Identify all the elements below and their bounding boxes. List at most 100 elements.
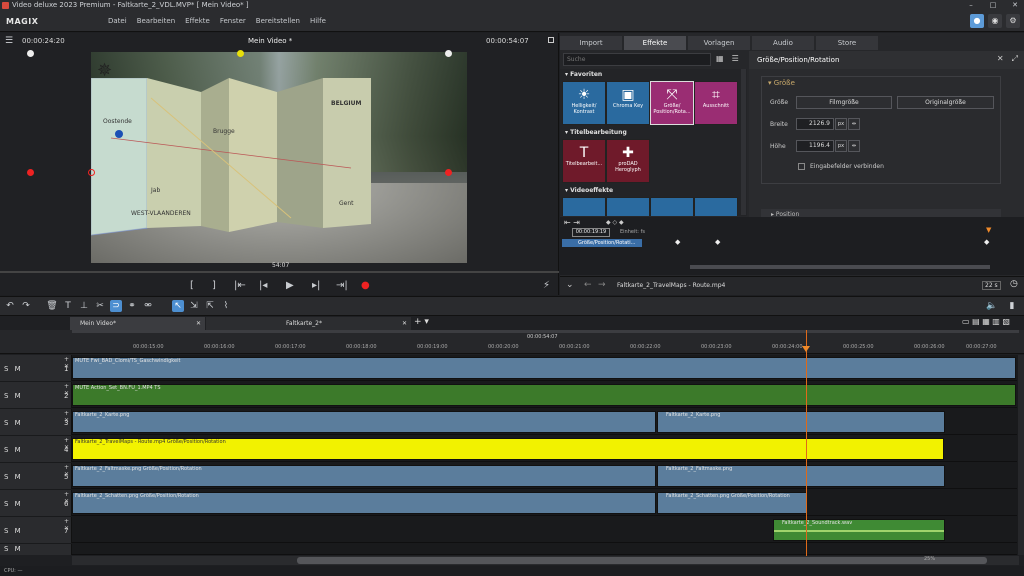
height-field[interactable]: 1196.4 <box>796 140 834 152</box>
link-icon[interactable]: ⚭ <box>126 300 138 312</box>
transform-handle-tl[interactable] <box>27 50 34 57</box>
menu-datei[interactable]: Datei <box>108 17 127 25</box>
category-favorites[interactable]: ▾ Favoriten <box>565 71 602 78</box>
clip[interactable]: Faltkarte_2_Schatten.png Größe/Position/… <box>657 492 807 514</box>
tab-audio[interactable]: Audio <box>752 36 814 50</box>
maximize-icon[interactable]: □ <box>988 0 998 11</box>
view-mode-icons[interactable]: ▭ ▤ ▦ ▥ ▧ <box>962 317 1010 326</box>
delete-icon[interactable]: 🗑 <box>46 300 58 312</box>
effect-tile-chroma-key[interactable]: ▣ Chroma Key <box>606 81 650 125</box>
zoom-value[interactable]: 22 s <box>982 281 1001 290</box>
list-view-icon[interactable]: ☰ <box>732 54 739 63</box>
keyframe-marker[interactable]: ◆ <box>675 238 680 246</box>
title-tool-icon[interactable]: T <box>62 300 74 312</box>
original-size-button[interactable]: Originalgröße <box>897 96 994 109</box>
close-icon[interactable]: ✕ <box>1010 0 1020 11</box>
previous-frame-icon[interactable]: |◂ <box>259 280 267 291</box>
menu-bereitstellen[interactable]: Bereitstellen <box>256 17 300 25</box>
playhead[interactable] <box>806 330 807 556</box>
audio-clip[interactable]: Faltkarte_2_Soundtrack.wav <box>773 519 945 541</box>
forward-icon[interactable]: → <box>598 280 606 290</box>
marker-icon[interactable]: ⊥ <box>78 300 90 312</box>
track-controls[interactable]: S M <box>4 545 23 553</box>
range-tool-icon[interactable]: ⇲ <box>188 300 200 312</box>
next-marker-icon[interactable]: ⇥| <box>336 280 348 291</box>
collapse-down-icon[interactable]: ⌄ <box>566 280 574 290</box>
power-icon[interactable]: ⚡ <box>543 280 550 291</box>
pointer-tool-icon[interactable]: ↖ <box>172 300 184 312</box>
previous-marker-icon[interactable]: |⇤ <box>234 280 246 291</box>
keyframe-scrollbar[interactable] <box>690 265 990 269</box>
mark-in-icon[interactable]: [ <box>190 280 194 291</box>
maximize-preview-icon[interactable] <box>548 37 554 43</box>
clip[interactable]: Faltkarte_2_Schatten.png Größe/Position/… <box>72 492 656 514</box>
menu-fenster[interactable]: Fenster <box>220 17 246 25</box>
next-frame-icon[interactable]: ▸| <box>312 280 320 291</box>
keyframe-marker[interactable]: ◆ <box>715 238 720 246</box>
category-video-effects[interactable]: ▾ Videoeffekte <box>565 187 613 194</box>
settings-icon[interactable]: ⚙ <box>1006 14 1020 28</box>
track-controls[interactable]: S M <box>4 500 23 508</box>
transform-handle-inner[interactable] <box>88 169 95 176</box>
menu-bearbeiten[interactable]: Bearbeiten <box>137 17 175 25</box>
menu-effekte[interactable]: Effekte <box>185 17 210 25</box>
category-title-editing[interactable]: ▾ Titelbearbeitung <box>565 129 627 136</box>
unlink-icon[interactable]: ⚮ <box>142 300 154 312</box>
effect-tile-video-3[interactable] <box>650 197 694 216</box>
keyframe-playhead-icon[interactable]: ▼ <box>986 226 991 234</box>
clip[interactable]: Faltkarte_2_Karte.png <box>72 411 656 433</box>
scrollbar-thumb[interactable] <box>297 557 987 564</box>
effect-tile-prodad-heroglyph[interactable]: ✚ proDAD Heroglyph <box>606 139 650 183</box>
transform-handle-tr[interactable] <box>445 50 452 57</box>
width-field[interactable]: 2126.9 <box>796 118 834 130</box>
track-controls[interactable]: S M <box>4 527 23 535</box>
tab-import[interactable]: Import <box>560 36 622 50</box>
record-icon[interactable]: ● <box>361 280 370 291</box>
timeline-ruler[interactable]: 00:00:54:07 00:00:15:00 00:00:16:00 00:0… <box>0 330 1024 354</box>
clip[interactable]: Faltkarte_2_Karte.png <box>657 411 945 433</box>
keyframe-prev-icon[interactable]: ⇤ ⇥ <box>564 218 580 227</box>
zoom-percent[interactable]: 25% <box>924 556 935 562</box>
collapse-icon[interactable]: ✕ <box>997 54 1004 64</box>
back-icon[interactable]: ← <box>584 280 592 290</box>
undo-icon[interactable]: ↶ <box>4 300 16 312</box>
add-tab-icon[interactable]: + ▾ <box>414 317 429 327</box>
effect-tile-video-2[interactable] <box>606 197 650 216</box>
clock-icon[interactable]: ◷ <box>1010 279 1018 289</box>
effect-tile-size-position[interactable]: ⤧ Größe/Position/Rota... <box>650 81 694 125</box>
close-tab-icon[interactable]: ✕ <box>196 317 201 330</box>
clip[interactable]: MUTE Action_Set_BN.FU_1.MP4 TS <box>72 384 1016 406</box>
film-size-button[interactable]: Filmgröße <box>796 96 892 109</box>
clip[interactable]: Faltkarte_2_Faltmaske.png Größe/Position… <box>72 465 656 487</box>
height-link-icon[interactable]: ⇹ <box>848 140 860 152</box>
tab-effekte[interactable]: Effekte <box>624 36 686 50</box>
meter-icon[interactable]: ▮ <box>1006 300 1018 312</box>
keyframe-marker[interactable]: ◆ <box>984 238 989 246</box>
playhead-handle-icon[interactable] <box>802 346 810 352</box>
size-group-title[interactable]: ▾ Größe <box>768 79 795 87</box>
height-unit[interactable]: px <box>835 140 847 152</box>
loop-range-bar[interactable] <box>72 330 1019 333</box>
width-link-icon[interactable]: ⇹ <box>848 118 860 130</box>
tab-faltkarte[interactable]: Faltkarte_2* ✕ <box>206 317 411 330</box>
menu-icon[interactable]: ☰ <box>5 36 13 46</box>
preview-progress-bar[interactable] <box>0 271 559 273</box>
link-fields-checkbox[interactable] <box>798 163 805 170</box>
effects-search-input[interactable]: Suche <box>563 53 711 66</box>
tab-vorlagen[interactable]: Vorlagen <box>688 36 750 50</box>
transform-handle-tc[interactable] <box>237 50 244 57</box>
video-frame[interactable]: ✵ BELGIUM Oostende Brugge Gent WEST-VLAA… <box>91 52 467 263</box>
effect-tile-video-4[interactable] <box>694 197 738 216</box>
effects-scrollbar[interactable] <box>741 69 746 215</box>
effect-tile-video-1[interactable] <box>562 197 606 216</box>
tracks-vertical-scrollbar[interactable] <box>1018 355 1024 555</box>
tab-store[interactable]: Store <box>816 36 878 50</box>
transform-handle-ml[interactable] <box>27 169 34 176</box>
clip-selected[interactable]: Faltkarte_2_TravelMaps - Route.mp4 Größe… <box>72 438 944 460</box>
stretch-tool-icon[interactable]: ⇱ <box>204 300 216 312</box>
track-controls[interactable]: S M <box>4 365 23 373</box>
timeline-horizontal-scrollbar[interactable]: 25% <box>72 556 1019 565</box>
magnet-icon[interactable]: ⊃ <box>110 300 122 312</box>
minimize-icon[interactable]: – <box>966 0 976 11</box>
effect-tile-title-editing[interactable]: T Titelbearbeit... <box>562 139 606 183</box>
